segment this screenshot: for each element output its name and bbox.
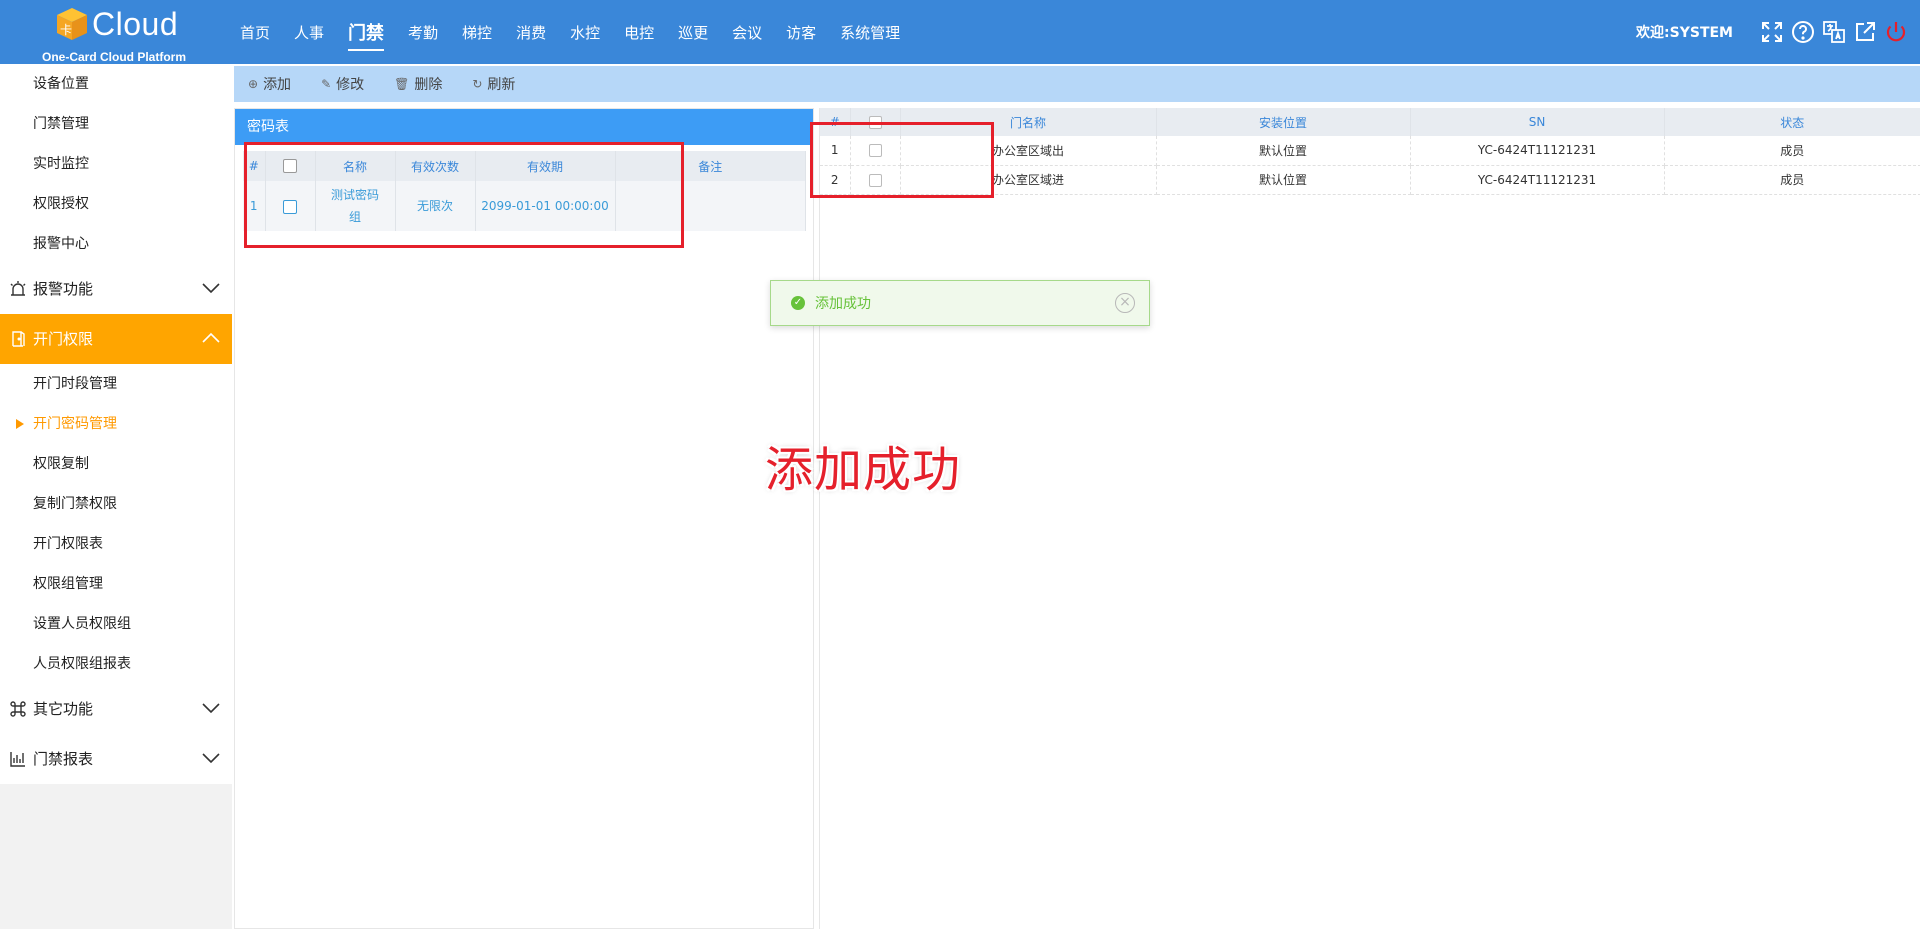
edit-button[interactable]: ✎ 修改 (321, 74, 364, 94)
cell-status: 成员 (1664, 136, 1920, 166)
annotation-text: 添加成功 (765, 442, 962, 498)
cell-sn: YC-6424T11121231 (1410, 165, 1665, 195)
sidebar: 设备位置 门禁管理 实时监控 权限授权 报警中心 报警功能 开门权限 开门时段管… (0, 64, 232, 929)
logo-cube-icon: 卡 (57, 8, 87, 40)
help-icon[interactable] (1791, 20, 1815, 44)
delete-button-label: 删除 (414, 77, 443, 93)
sidebar-group-alarm[interactable]: 报警功能 (0, 264, 232, 314)
annotation-box-door-checkboxes (810, 122, 994, 198)
sidebar-item-access-management[interactable]: 门禁管理 (0, 104, 232, 144)
chevron-up-icon (202, 332, 220, 343)
nav-power[interactable]: 电控 (624, 22, 654, 43)
external-link-icon[interactable] (1853, 20, 1877, 44)
nav-water[interactable]: 水控 (570, 22, 600, 43)
col-sn[interactable]: SN (1410, 108, 1665, 136)
top-header: 卡 Cloud One-Card Cloud Platform 首页 人事 门禁… (0, 0, 1920, 64)
password-table-title: 密码表 (235, 109, 813, 145)
nav-visitor[interactable]: 访客 (786, 22, 816, 43)
nav-home[interactable]: 首页 (240, 22, 270, 43)
nav-elevator[interactable]: 梯控 (462, 22, 492, 43)
sidebar-item-set-person-group[interactable]: 设置人员权限组 (0, 604, 232, 644)
refresh-icon: ↻ (472, 77, 483, 91)
translate-icon[interactable] (1822, 20, 1846, 44)
refresh-button[interactable]: ↻ 刷新 (472, 74, 515, 94)
sidebar-group-report[interactable]: 门禁报表 (0, 734, 232, 784)
success-toast: ✓ 添加成功 × (770, 280, 1150, 326)
sidebar-group-open-permission[interactable]: 开门权限 (0, 314, 232, 364)
sidebar-group-other-label: 其它功能 (33, 700, 94, 718)
welcome-text: 欢迎:SYSTEM (1636, 25, 1733, 41)
chevron-down-icon (202, 703, 220, 714)
sidebar-item-permission-group[interactable]: 权限组管理 (0, 564, 232, 604)
sidebar-group-alarm-label: 报警功能 (33, 280, 94, 298)
refresh-button-label: 刷新 (487, 77, 516, 93)
nav-consumption[interactable]: 消费 (516, 22, 546, 43)
nav-personnel[interactable]: 人事 (294, 22, 324, 43)
delete-button[interactable]: 🗑 删除 (394, 74, 442, 94)
alarm-icon (10, 281, 26, 296)
add-button-label: 添加 (263, 77, 292, 93)
logo: 卡 Cloud One-Card Cloud Platform (40, 4, 190, 64)
toast-message: 添加成功 (815, 296, 871, 312)
sidebar-item-password-management[interactable]: 开门密码管理 (0, 404, 232, 444)
sidebar-item-authorization[interactable]: 权限授权 (0, 184, 232, 224)
door-table-panel: # 门名称 安装位置 SN 状态 1 办公室区域出 默认位置 YC-6424T1… (819, 108, 1920, 929)
cell-location: 默认位置 (1156, 165, 1411, 195)
logo-text: Cloud (92, 6, 179, 42)
chevron-down-icon (202, 753, 220, 764)
add-button[interactable]: ⊕ 添加 (248, 74, 291, 94)
nav-meeting[interactable]: 会议 (732, 22, 762, 43)
sidebar-item-person-group-report[interactable]: 人员权限组报表 (0, 644, 232, 684)
pencil-icon: ✎ (321, 77, 332, 91)
nav-system[interactable]: 系统管理 (840, 22, 900, 43)
plus-circle-icon: ⊕ (248, 77, 259, 91)
col-location[interactable]: 安装位置 (1156, 108, 1411, 136)
nav-attendance[interactable]: 考勤 (408, 22, 438, 43)
toolbar: ⊕ 添加 ✎ 修改 🗑 删除 ↻ 刷新 (234, 66, 1920, 102)
sidebar-item-open-permission-table[interactable]: 开门权限表 (0, 524, 232, 564)
fullscreen-icon[interactable] (1760, 20, 1784, 44)
col-status[interactable]: 状态 (1664, 108, 1920, 136)
door-icon (12, 331, 25, 347)
header-right: 欢迎:SYSTEM (1636, 0, 1908, 64)
logo-subtitle: One-Card Cloud Platform (42, 50, 187, 64)
sidebar-item-realtime-monitor[interactable]: 实时监控 (0, 144, 232, 184)
trash-icon: 🗑 (394, 77, 410, 91)
nav-access-control[interactable]: 门禁 (348, 19, 385, 51)
sidebar-item-copy-access-permission[interactable]: 复制门禁权限 (0, 484, 232, 524)
bar-chart-icon (10, 752, 25, 767)
command-icon (10, 701, 26, 717)
cell-status: 成员 (1664, 165, 1920, 195)
annotation-box-password-row (244, 142, 684, 248)
sidebar-group-other[interactable]: 其它功能 (0, 684, 232, 734)
nav-patrol[interactable]: 巡更 (678, 22, 708, 43)
close-icon[interactable]: × (1115, 293, 1135, 313)
sidebar-item-time-period[interactable]: 开门时段管理 (0, 364, 232, 404)
cell-location: 默认位置 (1156, 136, 1411, 166)
top-nav: 首页 人事 门禁 考勤 梯控 消费 水控 电控 巡更 会议 访客 系统管理 (240, 0, 924, 64)
sidebar-item-permission-copy[interactable]: 权限复制 (0, 444, 232, 484)
chevron-down-icon (202, 283, 220, 294)
sidebar-group-report-label: 门禁报表 (33, 750, 94, 768)
sidebar-item-device-location[interactable]: 设备位置 (0, 64, 232, 104)
sidebar-item-alarm-center[interactable]: 报警中心 (0, 224, 232, 264)
cell-sn: YC-6424T11121231 (1410, 136, 1665, 166)
power-icon[interactable] (1884, 20, 1908, 44)
svg-text:卡: 卡 (60, 23, 72, 37)
edit-button-label: 修改 (336, 77, 365, 93)
check-circle-icon: ✓ (791, 296, 805, 310)
sidebar-group-open-label: 开门权限 (33, 330, 94, 348)
